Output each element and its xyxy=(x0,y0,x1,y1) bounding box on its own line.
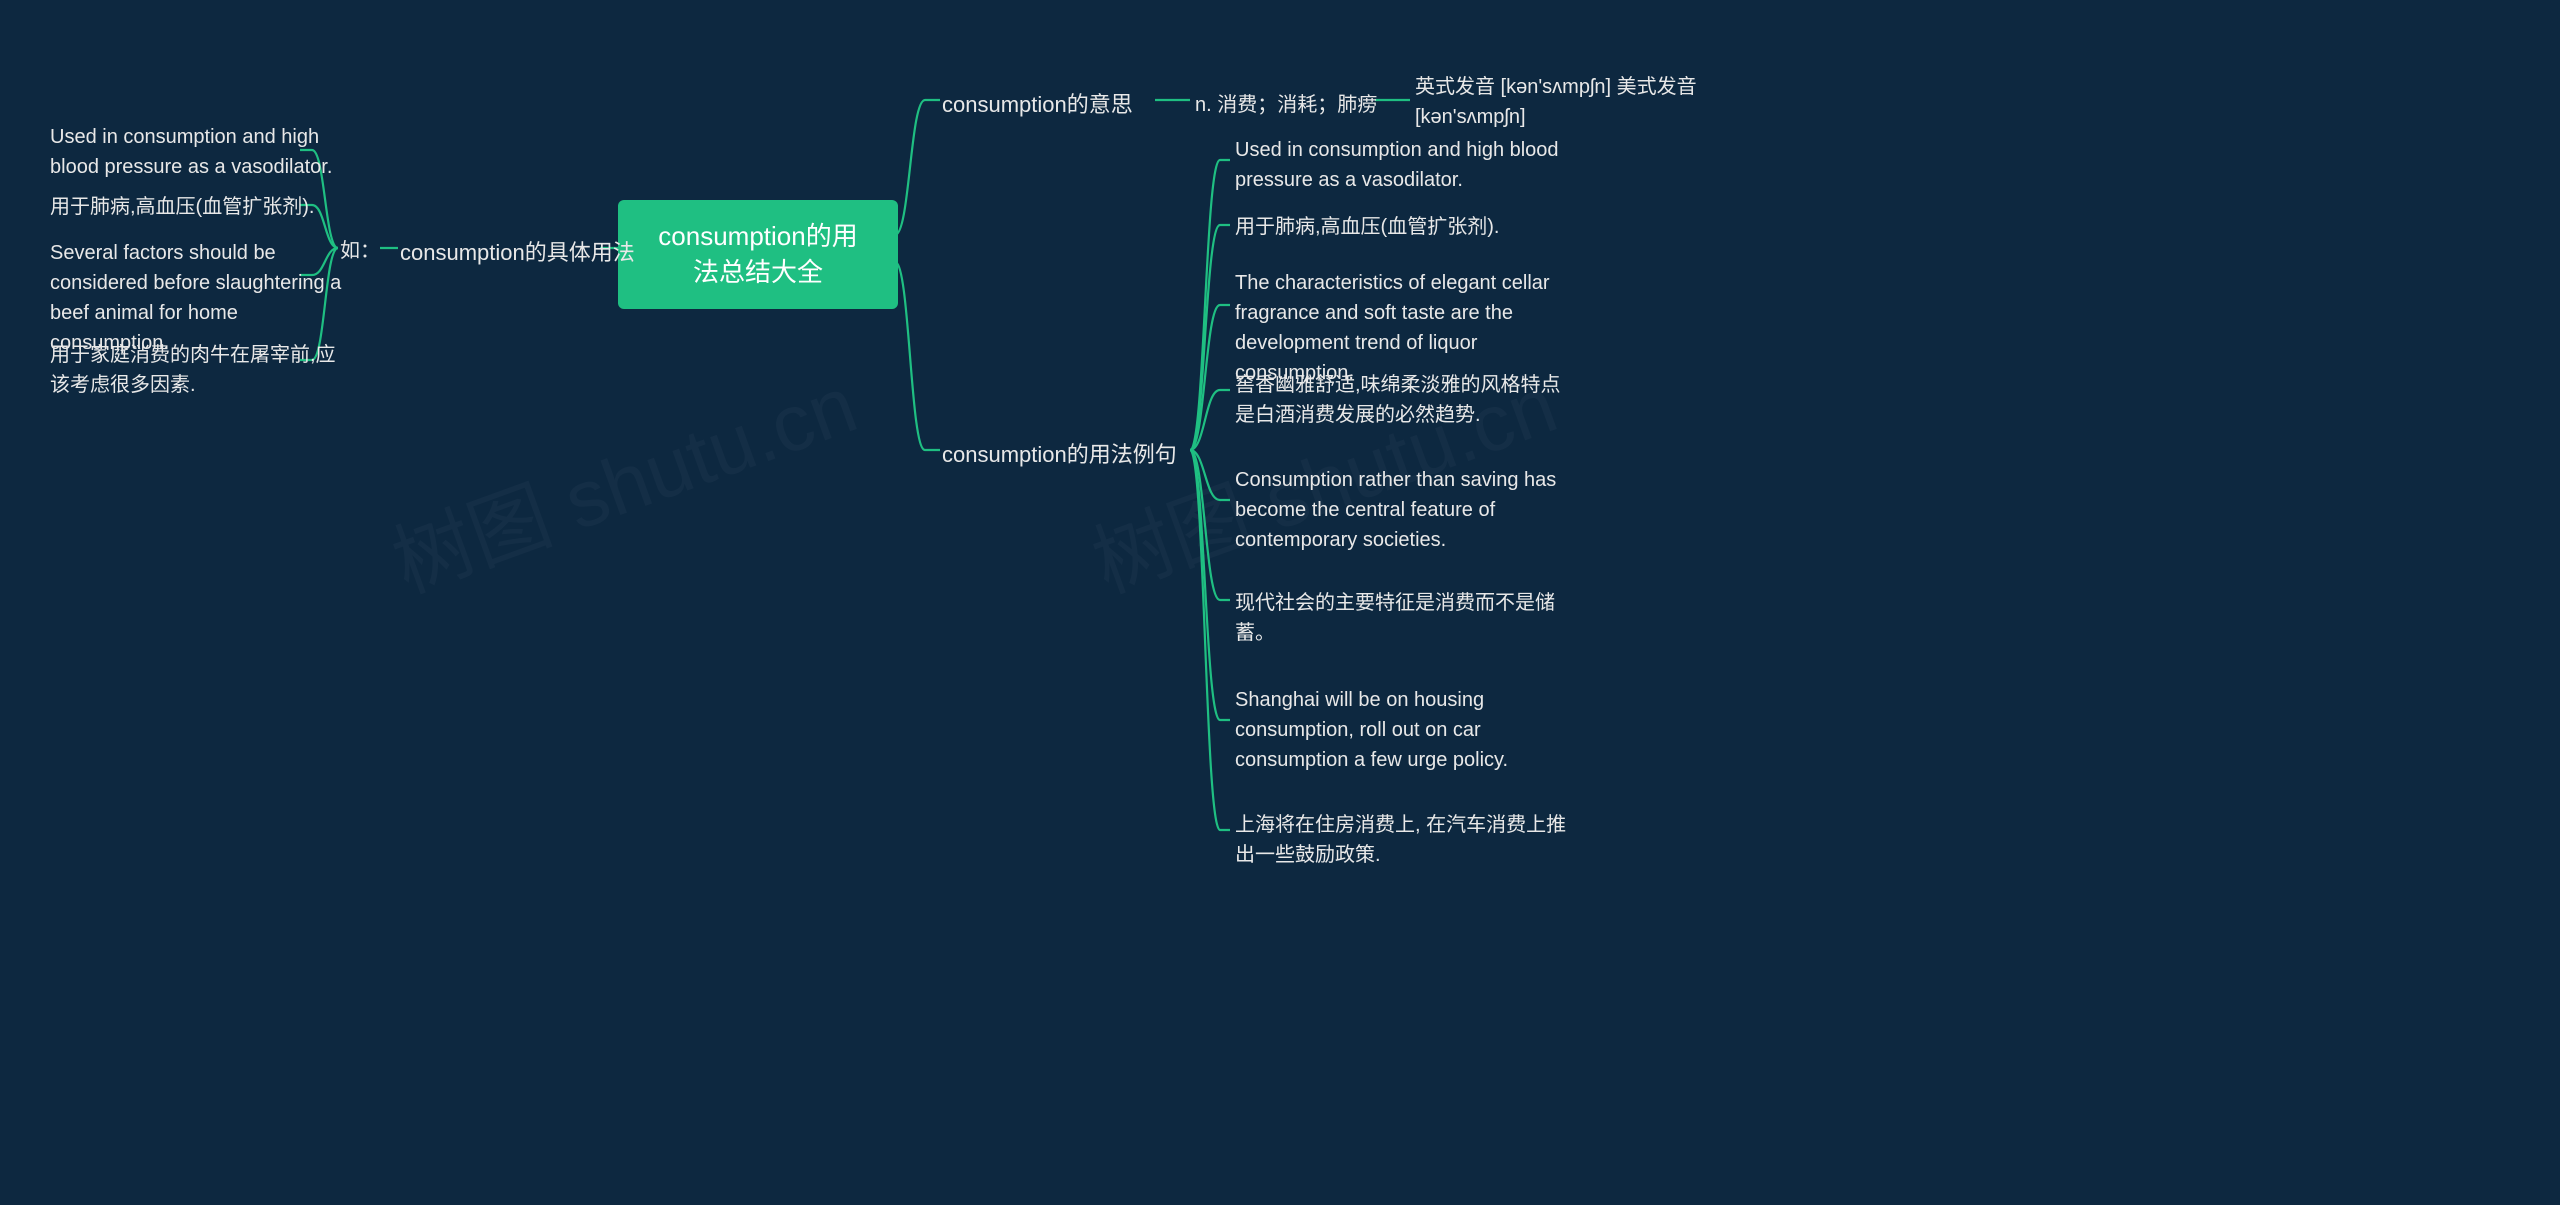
watermark: 树图 shutu.cn xyxy=(375,341,870,616)
right-leaf-7[interactable]: 上海将在住房消费上, 在汽车消费上推出一些鼓励政策. xyxy=(1235,810,1575,870)
left-leaf-0[interactable]: Used in consumption and high blood press… xyxy=(50,122,350,182)
right-leaf-4[interactable]: Consumption rather than saving has becom… xyxy=(1235,465,1575,555)
right-branch1-leaf[interactable]: 英式发音 [kən'sʌmpʃn] 美式发音 [kən'sʌmpʃn] xyxy=(1415,72,1755,132)
right-leaf-6[interactable]: Shanghai will be on housing consumption,… xyxy=(1235,685,1575,775)
right-leaf-0[interactable]: Used in consumption and high blood press… xyxy=(1235,135,1575,195)
left-leaf-1[interactable]: 用于肺病,高血压(血管扩张剂). xyxy=(50,192,350,222)
right-branch1-sub[interactable]: n. 消费；消耗；肺痨 xyxy=(1195,90,1377,120)
left-branch-label[interactable]: consumption的具体用法 xyxy=(400,236,635,269)
left-leaf-3[interactable]: 用于家庭消费的肉牛在屠宰前,应该考虑很多因素. xyxy=(50,340,350,400)
center-node[interactable]: consumption的用法总结大全 xyxy=(618,200,898,309)
right-branch2-label[interactable]: consumption的用法例句 xyxy=(942,438,1177,471)
right-leaf-1[interactable]: 用于肺病,高血压(血管扩张剂). xyxy=(1235,212,1575,242)
right-branch1-label[interactable]: consumption的意思 xyxy=(942,88,1133,121)
right-leaf-5[interactable]: 现代社会的主要特征是消费而不是储蓄。 xyxy=(1235,588,1575,648)
right-leaf-3[interactable]: 窖香幽雅舒适,味绵柔淡雅的风格特点是白酒消费发展的必然趋势. xyxy=(1235,370,1575,430)
